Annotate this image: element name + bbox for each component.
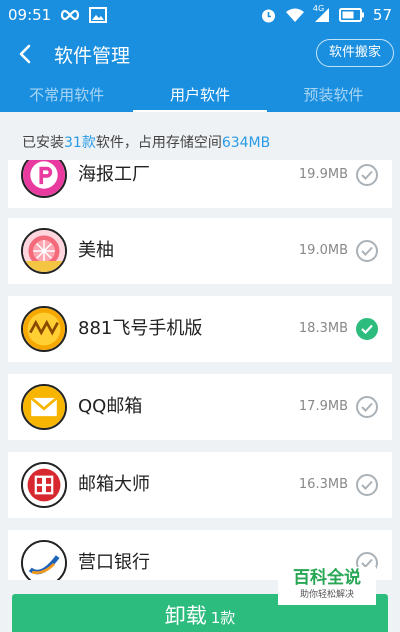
- select-checkbox[interactable]: [356, 164, 378, 186]
- haibao-app-icon: [21, 160, 67, 198]
- status-bar: 09:51 4G 57: [0, 0, 400, 30]
- alarm-icon: [260, 7, 277, 24]
- watermark-subtitle: 助你轻松解决: [299, 590, 354, 600]
- image-icon: [89, 7, 108, 23]
- list-item[interactable]: 881飞号手机版 18.3MB: [8, 296, 392, 362]
- yingkou-bank-app-icon: [21, 540, 67, 580]
- tab-preinstalled[interactable]: 预装软件: [267, 78, 400, 112]
- tab-bar: 不常用软件 用户软件 预装软件: [0, 78, 400, 112]
- select-checkbox[interactable]: [356, 240, 378, 262]
- app-name: 营口银行: [78, 552, 150, 573]
- app-size: 18.3MB: [298, 321, 348, 336]
- status-time: 09:51: [8, 6, 52, 24]
- select-checkbox-checked[interactable]: [356, 318, 378, 340]
- uninstall-label: 卸载: [164, 604, 207, 628]
- mailmaster-app-icon: [21, 462, 67, 508]
- install-summary: 已安装31款软件，占用存储空间634MB: [0, 112, 400, 160]
- app-name: 邮箱大师: [78, 474, 150, 495]
- select-checkbox[interactable]: [356, 396, 378, 418]
- app-size: 16.3MB: [298, 477, 348, 492]
- infinity-icon: [59, 9, 81, 21]
- select-checkbox[interactable]: [356, 474, 378, 496]
- app-name: QQ邮箱: [78, 396, 143, 417]
- app-bar: 软件管理 软件搬家: [0, 30, 400, 78]
- list-item[interactable]: QQ邮箱 17.9MB: [8, 374, 392, 440]
- tab-user-apps[interactable]: 用户软件: [133, 78, 268, 112]
- uninstall-count: 1款: [210, 609, 236, 627]
- back-arrow-icon[interactable]: [14, 42, 38, 66]
- summary-count: 31款: [64, 135, 96, 151]
- summary-size: 634MB: [221, 135, 271, 151]
- meiyou-app-icon: [21, 228, 67, 274]
- summary-prefix: 已安装: [22, 135, 64, 151]
- app-size: 19.0MB: [298, 243, 348, 258]
- list-item[interactable]: 美柚 19.0MB: [8, 218, 392, 284]
- qqmail-app-icon: [21, 384, 67, 430]
- app-size: 17.9MB: [298, 399, 348, 414]
- app-size: 19.9MB: [298, 167, 348, 182]
- app-list: 海报工厂 19.9MB 美柚 19.0MB 881飞号手机版 18.3MB QQ…: [8, 160, 392, 580]
- page-title: 软件管理: [54, 45, 131, 67]
- wifi-icon: [285, 7, 305, 23]
- tab-rarely-used[interactable]: 不常用软件: [0, 78, 133, 112]
- battery-icon: [338, 8, 365, 22]
- app-name: 海报工厂: [78, 164, 150, 185]
- summary-middle: 软件，占用存储空间: [95, 135, 222, 151]
- watermark-title: 百科全说: [293, 568, 361, 588]
- watermark-logo: 百科全说 助你轻松解决: [278, 567, 376, 605]
- signal-label: 4G: [312, 4, 325, 13]
- list-item[interactable]: 海报工厂 19.9MB: [8, 160, 392, 208]
- list-item[interactable]: 邮箱大师 16.3MB: [8, 452, 392, 518]
- cellular-signal-icon: 4G: [312, 4, 331, 23]
- 881-app-icon: [21, 306, 67, 352]
- battery-level: 57: [372, 6, 392, 24]
- app-name: 美柚: [78, 240, 114, 261]
- software-mover-button[interactable]: 软件搬家: [315, 39, 394, 67]
- app-name: 881飞号手机版: [78, 318, 203, 339]
